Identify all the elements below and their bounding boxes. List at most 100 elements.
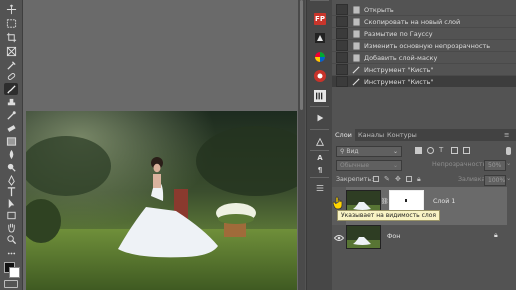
fp-plugin-icon[interactable]: FP	[314, 13, 326, 25]
brush-icon	[351, 65, 361, 74]
tab-paths[interactable]: Контуры	[387, 129, 417, 141]
brush-tool-icon[interactable]	[4, 83, 18, 95]
background-color-swatch[interactable]	[9, 267, 20, 278]
blend-mode-value: Обычные	[340, 162, 370, 169]
quick-mask-icon[interactable]	[4, 280, 18, 288]
smart-object-filter-icon[interactable]	[463, 147, 470, 154]
document-icon	[351, 53, 361, 62]
filter-icon[interactable]	[314, 90, 326, 102]
history-item-selected[interactable]: Инструмент "Кисть"	[332, 76, 516, 87]
brush-icon	[351, 77, 361, 86]
layer-name[interactable]: Фон	[387, 233, 400, 240]
type-filter-icon[interactable]: T	[439, 147, 446, 154]
shape-filter-icon[interactable]	[451, 147, 458, 154]
tab-channels[interactable]: Каналы	[358, 129, 384, 141]
layer-name[interactable]: Слой 1	[433, 198, 455, 205]
move-tool-icon[interactable]	[4, 3, 18, 15]
history-item-label: Открыть	[364, 5, 394, 14]
lock-label: Закрепить:	[336, 176, 374, 183]
clone-stamp-tool-icon[interactable]	[4, 96, 18, 108]
history-snapshot-box	[336, 76, 348, 87]
document-canvas-photo[interactable]	[26, 111, 297, 290]
chevron-down-icon: ⌄	[392, 162, 398, 169]
document-icon	[351, 17, 361, 26]
effects-icon[interactable]	[314, 32, 326, 44]
search-icon: ⚲	[340, 148, 345, 155]
play-icon[interactable]	[314, 112, 326, 124]
blend-mode-select[interactable]: Обычные ⌄	[336, 160, 402, 171]
text-a-icon[interactable]: A	[314, 152, 326, 164]
crop-tool-icon[interactable]	[4, 31, 18, 43]
history-item-label: Инструмент "Кисть"	[364, 65, 434, 74]
color-wheel-icon[interactable]	[314, 51, 326, 63]
history-snapshot-box	[336, 52, 348, 63]
blur-tool-icon[interactable]	[4, 148, 18, 160]
frame-tool-icon[interactable]	[4, 45, 18, 57]
marquee-tool-icon[interactable]	[4, 17, 18, 29]
document-icon	[351, 5, 361, 14]
red-badge-icon[interactable]	[314, 70, 326, 82]
hand-tool-icon[interactable]	[4, 221, 18, 233]
opacity-input[interactable]: 50%	[484, 160, 506, 171]
lock-icon: 🔒︎	[494, 231, 498, 239]
layers-tab-bar: Слои Каналы Контуры ≡	[332, 129, 516, 141]
fill-input[interactable]: 100%	[484, 175, 506, 186]
rectangle-tool-icon[interactable]	[4, 209, 18, 221]
zoom-tool-icon[interactable]	[4, 233, 18, 245]
lock-position-icon[interactable]: ✥	[395, 176, 401, 183]
eye-icon[interactable]	[334, 234, 344, 242]
right-panels: Открыть Скопировать на новый слой Размыт…	[332, 0, 516, 290]
tools-toolbar	[0, 0, 23, 290]
path-selection-tool-icon[interactable]	[4, 197, 18, 209]
layer-row-background[interactable]: Фон 🔒︎	[332, 225, 507, 263]
history-brush-tool-icon[interactable]	[4, 109, 18, 121]
fill-dropdown-icon[interactable]: ⌄	[506, 175, 511, 182]
history-item[interactable]: Открыть	[332, 4, 516, 15]
lock-pixels-icon[interactable]	[373, 176, 379, 182]
lock-artboard-icon[interactable]	[406, 176, 412, 182]
more-tools-icon[interactable]	[4, 247, 18, 259]
opacity-dropdown-icon[interactable]: ⌄	[506, 160, 511, 167]
history-item[interactable]: Добавить слой-маску	[332, 52, 516, 63]
visibility-tooltip: Указывает на видимость слоя	[337, 210, 441, 221]
history-snapshot-box	[336, 40, 348, 51]
opacity-value: 50%	[488, 162, 502, 169]
history-item-label: Инструмент "Кисть"	[364, 77, 434, 86]
dodge-tool-icon[interactable]	[4, 161, 18, 173]
hand-cursor-icon	[332, 196, 343, 210]
filter-toggle-icon[interactable]	[506, 147, 511, 155]
panel-menu-icon[interactable]: ≡	[504, 129, 509, 141]
eraser-tool-icon[interactable]	[4, 122, 18, 134]
paragraph-icon[interactable]: ¶	[314, 164, 326, 176]
lock-all-icon[interactable]: 🔒︎	[417, 176, 423, 183]
document-icon	[351, 41, 361, 50]
healing-brush-tool-icon[interactable]	[4, 70, 18, 82]
chevron-down-icon: ⌄	[392, 148, 398, 155]
panel-dock: FP A ¶	[306, 0, 333, 290]
history-item[interactable]: Инструмент "Кисть"	[332, 64, 516, 75]
adjustment-filter-icon[interactable]	[427, 147, 434, 154]
layer-filter-label: Вид	[346, 148, 359, 155]
history-item-label: Изменить основную непрозрачность	[364, 41, 491, 50]
history-item[interactable]: Скопировать на новый слой	[332, 16, 516, 27]
type-tool-icon[interactable]	[4, 185, 18, 197]
pixel-filter-icon[interactable]	[415, 147, 422, 154]
brush-settings-icon[interactable]	[314, 182, 326, 194]
history-item[interactable]: Размытие по Гауссу	[332, 28, 516, 39]
history-item-label: Добавить слой-маску	[364, 53, 438, 62]
tab-layers[interactable]: Слои	[332, 129, 355, 141]
layer-filter-select[interactable]: ⚲ Вид ⌄	[336, 146, 402, 157]
lock-paint-icon[interactable]: ✎	[384, 176, 390, 183]
canvas-scrollbar-thumb[interactable]	[300, 0, 303, 110]
background-thumbnail	[346, 225, 381, 249]
history-item[interactable]: Изменить основную непрозрачность	[332, 40, 516, 51]
mask-link-icon[interactable]: ⛓	[381, 198, 389, 205]
history-snapshot-box	[336, 16, 348, 27]
lock-options: ✎ ✥ 🔒︎	[373, 176, 423, 183]
gradient-tool-icon[interactable]	[4, 135, 18, 147]
fp-plugin-label: FP	[315, 15, 325, 23]
history-item-label: Размытие по Гауссу	[364, 29, 433, 38]
history-snapshot-box	[336, 4, 348, 15]
document-icon	[351, 29, 361, 38]
adjust-icon[interactable]	[314, 136, 326, 148]
